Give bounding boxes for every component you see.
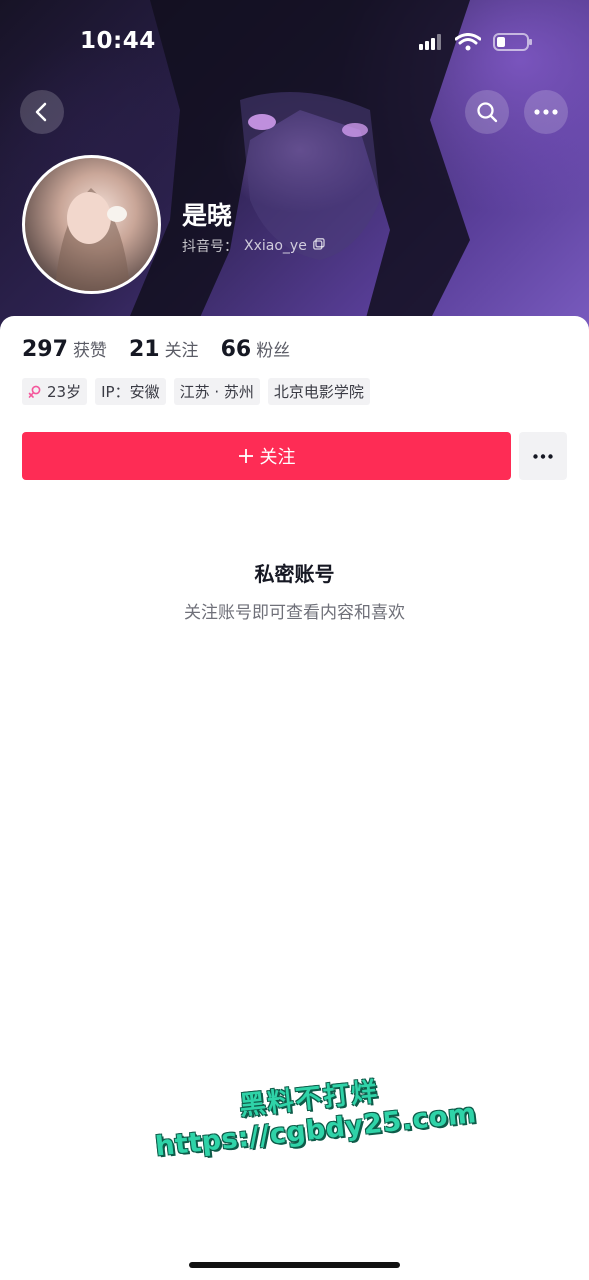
more-icon	[534, 109, 558, 115]
private-account-subtitle: 关注账号即可查看内容和喜欢	[184, 603, 405, 623]
douyin-id-label: 抖音号：	[182, 239, 238, 255]
tag-school-text: 北京电影学院	[273, 383, 364, 401]
stat-following-label: 关注	[164, 341, 199, 361]
private-account-title: 私密账号	[254, 562, 335, 586]
more-icon	[533, 453, 553, 459]
stat-following[interactable]: 21 关注	[129, 336, 199, 362]
display-name: 是晓	[182, 201, 233, 230]
copy-icon[interactable]	[312, 238, 325, 254]
avatar[interactable]	[22, 155, 161, 294]
tag-ip-text: IP：安徽	[101, 383, 160, 401]
stat-followers-label: 粉丝	[256, 341, 291, 361]
home-indicator[interactable]	[189, 1262, 400, 1268]
search-icon	[477, 102, 498, 123]
back-icon	[35, 102, 47, 122]
stat-following-value: 21	[128, 337, 160, 362]
signal-icon	[419, 34, 441, 50]
tag-age-text: 23岁	[47, 383, 82, 401]
tag-school: 北京电影学院	[267, 378, 370, 405]
profile-tags: 23岁 IP：安徽 江苏 · 苏州 北京电影学院	[22, 378, 370, 405]
stat-followers-value: 66	[220, 337, 252, 362]
tag-location-text: 江苏 · 苏州	[179, 383, 254, 401]
stat-likes-value: 297	[22, 337, 68, 362]
tag-location: 江苏 · 苏州	[173, 378, 260, 405]
battery-icon	[493, 33, 532, 51]
tag-ip: IP：安徽	[95, 378, 166, 405]
more-options-button[interactable]	[524, 90, 568, 134]
stat-followers[interactable]: 66 粉丝	[221, 336, 291, 362]
wifi-icon	[455, 33, 481, 51]
stat-likes-label: 获赞	[72, 341, 107, 361]
plus-icon	[238, 449, 253, 463]
status-time: 10:44	[80, 28, 156, 54]
female-icon	[28, 385, 41, 398]
stat-likes[interactable]: 297 获赞	[22, 336, 107, 362]
status-bar: 10:44	[0, 0, 589, 80]
stats-row: 297 获赞 21 关注 66 粉丝	[22, 336, 312, 362]
search-button[interactable]	[465, 90, 509, 134]
avatar-photo	[55, 188, 130, 291]
follow-more-button[interactable]	[519, 432, 567, 480]
back-button[interactable]	[20, 90, 64, 134]
follow-button[interactable]: 关注	[22, 432, 511, 480]
follow-button-label: 关注	[259, 447, 296, 468]
douyin-id: 抖音号： Xxiao_ye	[182, 236, 325, 256]
tag-age: 23岁	[22, 378, 88, 405]
douyin-id-value: Xxiao_ye	[244, 238, 307, 254]
